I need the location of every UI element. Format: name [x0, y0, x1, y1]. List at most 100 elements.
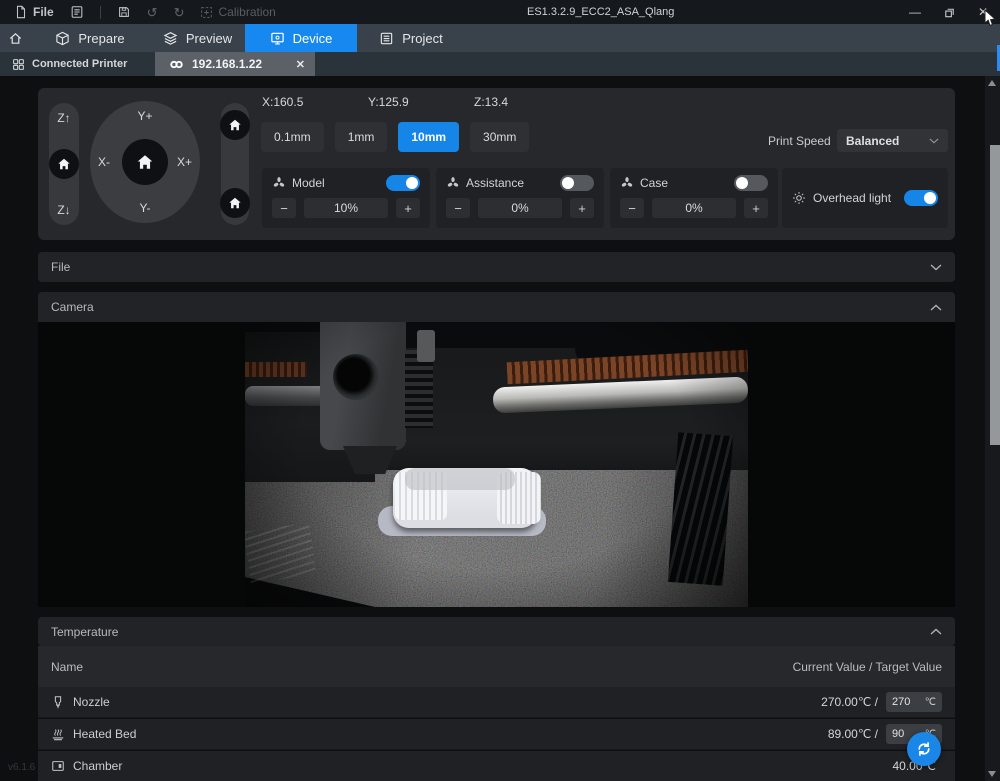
step-1mm-button[interactable]: 1mm — [335, 122, 388, 152]
minimize-button[interactable]: — — [898, 0, 932, 24]
tab-prepare[interactable]: Prepare — [30, 24, 150, 52]
temp-bed-current: 89.00℃ / — [828, 727, 878, 741]
chevron-up-icon[interactable] — [930, 304, 942, 311]
coord-z: Z:13.4 — [474, 95, 508, 109]
printer-tab-strip: Connected Printer 192.168.1.22 ✕ — [0, 52, 1000, 76]
xy-home-button[interactable] — [122, 139, 168, 185]
home-y-icon — [228, 196, 242, 210]
calibration-button[interactable]: Calibration — [194, 0, 281, 24]
window-title: ES1.3.2.9_ECC2_ASA_Qlang — [527, 0, 674, 24]
y-home-button[interactable] — [220, 188, 250, 218]
scrollbar-up-arrow[interactable] — [988, 80, 996, 86]
home-xy-icon — [136, 153, 154, 171]
save-icon — [117, 5, 131, 19]
temp-nozzle-target-input[interactable]: 270 ℃ — [886, 692, 942, 712]
section-camera-label: Camera — [51, 300, 94, 314]
overhead-light-toggle[interactable] — [904, 190, 938, 206]
y-plus-button[interactable]: Y+ — [137, 109, 152, 123]
coord-x: X:160.5 — [262, 95, 303, 109]
vertical-scrollbar[interactable] — [985, 76, 1000, 781]
restore-icon — [943, 6, 956, 19]
fan-icon — [620, 176, 634, 190]
fan-case-toggle[interactable] — [734, 175, 768, 191]
temp-bed-name: Heated Bed — [73, 727, 136, 741]
temp-nozzle-unit: ℃ — [925, 697, 936, 708]
section-file[interactable]: File — [38, 252, 955, 282]
connected-printer-button[interactable]: Connected Printer — [0, 52, 139, 76]
temp-row-nozzle: Nozzle 270.00℃ / 270 ℃ — [38, 687, 955, 718]
scrollbar-thumb[interactable] — [990, 145, 1000, 445]
refresh-icon — [915, 740, 933, 758]
x-minus-button[interactable]: X- — [98, 155, 110, 169]
chevron-down-icon — [929, 138, 939, 144]
file-menu[interactable]: File — [8, 0, 60, 24]
z-down-button[interactable]: Z↓ — [49, 203, 79, 217]
z-axis-control: Z↑ Z↓ — [49, 103, 79, 225]
chevron-down-icon[interactable] — [930, 264, 942, 271]
temp-row-chamber: Chamber 40.00℃ — [38, 751, 955, 781]
print-speed-select[interactable]: Balanced — [837, 129, 948, 152]
fan-case-minus-button[interactable]: − — [620, 198, 644, 218]
temp-nozzle-name: Nozzle — [73, 695, 110, 709]
preview-icon — [163, 31, 178, 46]
printer-ip-tab[interactable]: 192.168.1.22 ✕ — [155, 52, 315, 76]
x-plus-button[interactable]: X+ — [177, 155, 192, 169]
step-10mm-button[interactable]: 10mm — [398, 122, 459, 152]
fan-model-plus-button[interactable]: + — [396, 198, 420, 218]
home-icon — [8, 31, 23, 46]
save-button[interactable] — [111, 0, 137, 24]
fan-assistance-label: Assistance — [466, 176, 524, 190]
z-home-button[interactable] — [49, 149, 79, 179]
fan-assistance-toggle[interactable] — [560, 175, 594, 191]
grid-icon — [12, 58, 25, 71]
overhead-light-card: Overhead light — [782, 168, 948, 228]
document-list-button[interactable] — [64, 0, 90, 24]
camera-frame — [245, 322, 748, 607]
home-z-icon — [57, 157, 71, 171]
y-minus-button[interactable]: Y- — [140, 201, 151, 215]
device-page: Z↑ Z↓ Y+ X- X+ Y- X:160.5 Y — [0, 76, 1000, 781]
temperature-table-header: Name Current Value / Target Value — [38, 646, 955, 687]
step-0.1mm-button[interactable]: 0.1mm — [261, 122, 324, 152]
fan-card-model: Model − 10% + — [262, 168, 430, 228]
undo-button[interactable]: ↺ — [141, 0, 164, 24]
toggle-knob — [406, 177, 418, 189]
toggle-knob — [736, 177, 748, 189]
step-30mm-button[interactable]: 30mm — [470, 122, 529, 152]
tab-project[interactable]: Project — [357, 24, 465, 52]
tab-close-icon[interactable]: ✕ — [296, 58, 305, 71]
mouse-cursor — [984, 9, 996, 27]
fan-model-toggle[interactable] — [386, 175, 420, 191]
fan-card-assistance: Assistance − 0% + — [436, 168, 604, 228]
section-camera[interactable]: Camera — [38, 292, 955, 322]
tab-project-label: Project — [402, 31, 442, 46]
toggle-knob — [562, 177, 574, 189]
scrollbar-down-arrow[interactable] — [988, 771, 996, 777]
section-temperature[interactable]: Temperature — [38, 617, 955, 646]
x-home-button[interactable] — [220, 110, 250, 140]
tab-device[interactable]: Device — [245, 24, 357, 52]
chevron-up-icon[interactable] — [930, 628, 942, 635]
fan-assistance-minus-button[interactable]: − — [446, 198, 470, 218]
redo-button[interactable]: ↻ — [168, 0, 191, 24]
section-file-label: File — [51, 260, 70, 274]
axis-home-control — [221, 103, 249, 225]
fan-assistance-plus-button[interactable]: + — [570, 198, 594, 218]
temp-bed-target-value: 90 — [892, 728, 904, 740]
overhead-light-label: Overhead light — [813, 191, 891, 205]
temp-nozzle-target-value: 270 — [892, 696, 910, 708]
tab-preview[interactable]: Preview — [150, 24, 245, 52]
fan-model-minus-button[interactable]: − — [272, 198, 296, 218]
maximize-button[interactable] — [932, 0, 966, 24]
heated-bed-icon — [51, 727, 65, 741]
fan-case-plus-button[interactable]: + — [744, 198, 768, 218]
refresh-button[interactable] — [907, 732, 941, 766]
prepare-icon — [55, 31, 70, 46]
tab-preview-label: Preview — [186, 31, 232, 46]
nav-home-button[interactable] — [0, 24, 30, 52]
z-up-button[interactable]: Z↑ — [49, 111, 79, 125]
fan-model-label: Model — [292, 176, 325, 190]
tab-device-label: Device — [293, 31, 333, 46]
fan-assistance-value: 0% — [478, 198, 562, 218]
temp-row-heated-bed: Heated Bed 89.00℃ / 90 ℃ — [38, 719, 955, 750]
